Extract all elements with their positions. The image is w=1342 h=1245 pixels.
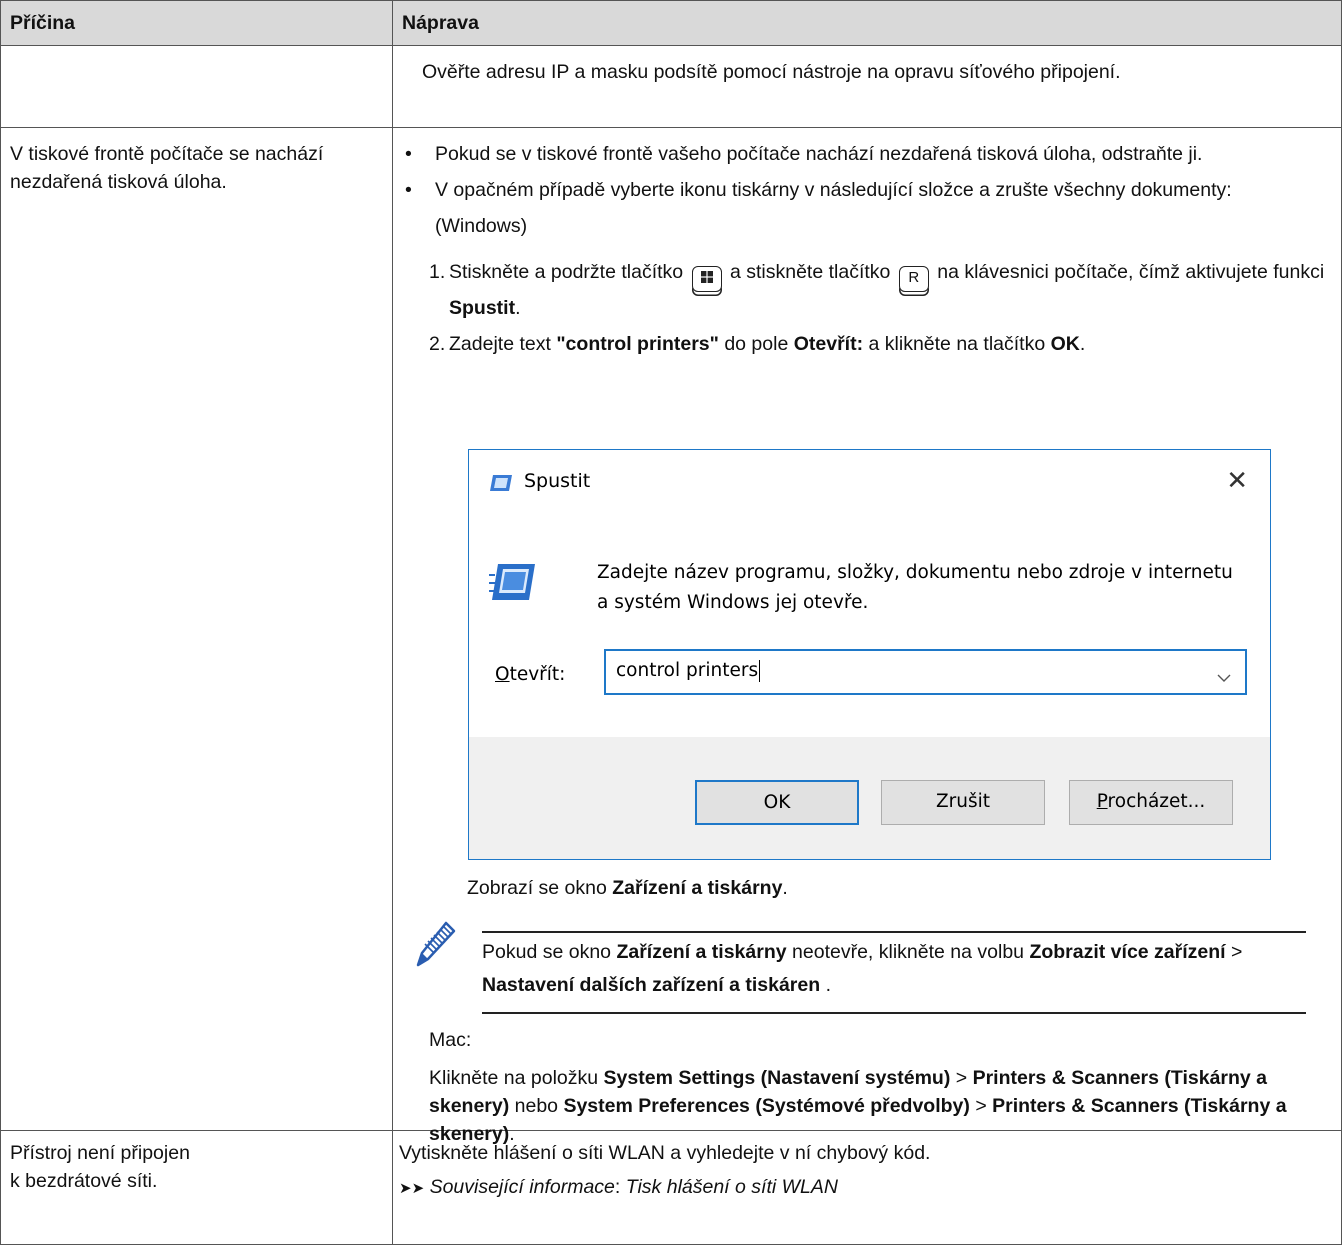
row1-remedy-text: Ověřte adresu IP a masku podsítě pomocí … [422,61,1121,83]
mac-label: Mac: [429,1029,472,1051]
bullet-icon: • [405,143,412,165]
r-key-icon: R [898,266,929,292]
note-advanced-settings: Nastavení dalších zařízení a tiskáren [482,974,821,996]
step-1: 1. Stiskněte a podržte tlačítko a stiskn… [399,254,1333,326]
pencil-note-icon [416,921,456,973]
close-icon[interactable]: ✕ [1226,468,1248,494]
windows-label: (Windows) [435,215,528,237]
step-1-text-a: Stiskněte a podržte tlačítko [449,261,684,283]
note-separator: > [1231,941,1243,963]
step-2-number: 2. [429,333,446,355]
step-2-text-a: Zadejte text [449,333,551,355]
run-icon [489,474,513,497]
related-info-sep: : [614,1176,626,1198]
note-text: Pokud se okno Zařízení a tiskárny neotev… [482,936,1322,1002]
mac-sep-1: > [955,1067,968,1089]
row2-cause: V tiskové frontě počítače se nachází nez… [0,127,393,1131]
related-info-link[interactable]: ➤➤ Související informace: Tisk hlášení o… [399,1173,1335,1203]
dialog-description: Zadejte název programu, složky, dokument… [597,562,1233,613]
open-input-value[interactable]: control printers [616,660,761,682]
step-1-spustit: Spustit [449,297,516,319]
bullet-1-text: Pokud se v tiskové frontě vašeho počítač… [435,143,1203,165]
bullet-item-2: • V opačném případě vyberte ikonu tiskár… [399,176,1333,204]
note-end: . [820,974,831,996]
row1-cause [0,45,393,128]
step-1-number: 1. [429,261,446,283]
step-1-end: . [515,297,521,319]
dialog-footer: OK Zrušit Procházet... [469,737,1270,859]
open-label: Otevřít: [495,664,565,685]
mac-system-preferences: System Preferences (Systémové předvolby) [563,1095,970,1117]
result-window-name: Zařízení a tiskárny [612,877,783,899]
step-2-ok: OK [1050,333,1080,355]
step-1-text-b: a stiskněte tlačítko [729,261,891,283]
row3-cause-line1: Přístroj není připojen [10,1142,190,1164]
browse-rest: rocházet... [1107,791,1206,812]
browse-accel: P [1096,791,1108,812]
step-1-text-c: na klávesnici počítače, čímž aktivujete … [937,261,1325,283]
result-text: Zobrazí se okno Zařízení a tiskárny. [467,874,788,902]
note-window-name: Zařízení a tiskárny [616,941,787,963]
mac-system-settings: System Settings (Nastavení systému) [603,1067,951,1089]
bullet-icon: • [405,179,412,201]
open-label-accel: O [495,664,510,685]
ok-button[interactable]: OK [695,780,859,825]
open-combobox[interactable]: control printers [604,649,1247,695]
related-info-text: Tisk hlášení o síti WLAN [625,1176,838,1198]
dialog-titlebar: Spustit ✕ [469,450,1270,514]
double-arrow-icon: ➤➤ [399,1180,425,1197]
note-more-devices: Zobrazit více zařízení [1029,941,1226,963]
mac-sep-2: > [975,1095,987,1117]
open-input-text: control printers [616,660,759,681]
text-caret [759,660,761,682]
note-text-a: Pokud se okno [482,941,612,963]
step-2-end: . [1079,333,1086,355]
mac-section: Mac: Klikněte na položku System Settings… [429,1026,1309,1148]
cancel-button[interactable]: Zrušit [881,780,1045,825]
run-dialog: Spustit ✕ Zadejte název programu, složky… [468,449,1271,860]
note-divider-bottom [482,1012,1306,1014]
row3-cause-line2: k bezdrátové síti. [10,1170,158,1192]
note-text-c: neotevře, klikněte na volbu [792,941,1025,963]
browse-button[interactable]: Procházet... [1069,780,1233,825]
mac-text-or: nebo [514,1095,559,1117]
chevron-down-icon[interactable] [1217,666,1231,688]
step-2: 2. Zadejte text "control printers" do po… [399,330,1333,358]
open-label-rest: tevřít: [509,664,566,685]
result-end: . [782,877,788,899]
mac-end: . [509,1123,515,1145]
header-cause: Příčina [0,0,393,46]
mac-text-a: Klikněte na položku [429,1067,599,1089]
mac-instructions: Klikněte na položku System Settings (Nas… [429,1064,1309,1148]
note-divider-top [482,931,1306,933]
row1-remedy: Ověřte adresu IP a masku podsítě pomocí … [392,45,1342,128]
dialog-title: Spustit [524,470,591,492]
result-text-a: Zobrazí se okno [467,877,607,899]
run-large-icon [489,562,537,607]
step-2-text-d: a klikněte na tlačítko [868,333,1046,355]
windows-key-icon [691,266,722,292]
related-info-prefix: Související informace [429,1176,615,1198]
row3-cause: Přístroj není připojen k bezdrátové síti… [0,1130,393,1245]
header-remedy: Náprava [392,0,1342,46]
step-2-command: "control printers" [556,333,719,355]
row2-cause-text: V tiskové frontě počítače se nachází nez… [10,143,324,193]
bullet-2-text: V opačném případě vyberte ikonu tiskárny… [435,179,1232,201]
step-2-field: Otevřít: [793,333,864,355]
bullet-item-1: • Pokud se v tiskové frontě vašeho počít… [399,140,1333,168]
step-2-text-c: do pole [724,333,789,355]
